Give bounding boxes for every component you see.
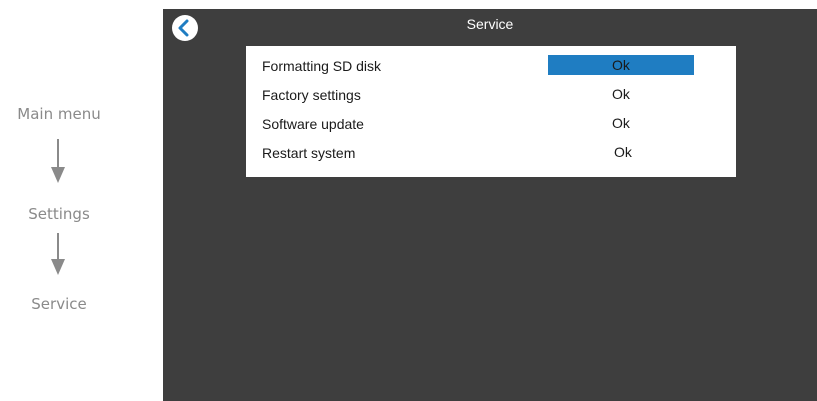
breadcrumb-settings: Settings	[28, 205, 90, 223]
device-screen: Service Formatting SD disk Ok Factory se…	[163, 9, 817, 401]
row-label: Factory settings	[262, 87, 361, 103]
row-label: Software update	[262, 116, 364, 132]
breadcrumb: Main menu Settings Service	[0, 0, 163, 401]
row-label: Formatting SD disk	[262, 58, 382, 74]
service-options-panel: Formatting SD disk Ok Factory settings O…	[246, 46, 736, 177]
breadcrumb-service: Service	[31, 295, 87, 313]
row-formatting-sd-disk: Formatting SD disk Ok	[246, 52, 736, 81]
row-software-update: Software update Ok	[246, 110, 736, 139]
software-update-ok-button[interactable]: Ok	[548, 113, 694, 133]
factory-settings-ok-button[interactable]: Ok	[548, 84, 694, 104]
row-factory-settings: Factory settings Ok	[246, 81, 736, 110]
row-label: Restart system	[262, 145, 356, 161]
format-sd-ok-button[interactable]: Ok	[548, 55, 694, 75]
restart-system-ok-button[interactable]: Ok	[550, 142, 696, 162]
row-restart-system: Restart system Ok	[246, 139, 736, 168]
breadcrumb-main-menu: Main menu	[17, 105, 101, 123]
page-title: Service	[466, 16, 514, 32]
